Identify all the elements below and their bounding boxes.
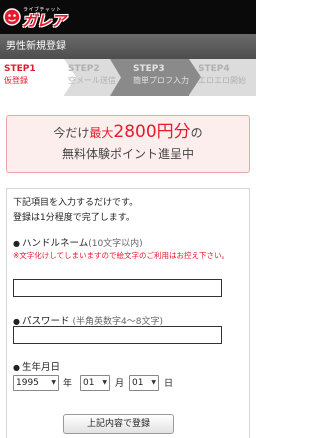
chevron-down-icon: ▼ <box>51 379 56 386</box>
birthdate-label: ● 生年月日 <box>13 359 60 373</box>
page-title-bar: 男性新規登録 <box>0 34 256 59</box>
logo-wordmark: ガレア <box>22 12 66 30</box>
step-4-number: STEP4 <box>198 64 230 74</box>
promo-prefix: 今だけ <box>53 126 90 140</box>
step-4-label: エロエロ開始 <box>198 76 246 85</box>
promo-amount: 2800円分 <box>113 122 191 142</box>
birth-day-unit: 日 <box>164 379 174 389</box>
step-1-label: 仮登録 <box>4 76 28 85</box>
registration-steps: STEP1 仮登録 STEP2 空メール送信 STEP3 簡単プロフ入力 STE… <box>0 59 256 96</box>
bullet-icon: ● <box>13 317 20 326</box>
site-header: ライブチャット ガレア <box>0 0 256 34</box>
step-1: STEP1 仮登録 <box>0 59 64 96</box>
promo-max: 最大 <box>89 126 114 140</box>
registration-form: 下記項目を入力するだけです。 登録は1分程度で完了します。 ● ハンドルネーム(1… <box>6 188 250 438</box>
birth-month-unit: 月 <box>115 379 125 389</box>
form-intro: 下記項目を入力するだけです。 登録は1分程度で完了します。 <box>13 196 138 226</box>
site-logo[interactable]: ライブチャット ガレア <box>3 3 93 31</box>
handle-label-text: ハンドルネーム <box>21 238 89 249</box>
chevron-down-icon: ▼ <box>102 379 107 386</box>
birth-year-value: 1995 <box>16 378 39 388</box>
free-points-banner: 今だけ最大2800円分の 無料体験ポイント進呈中 <box>6 115 250 173</box>
birth-year-unit: 年 <box>63 379 73 389</box>
handle-label: ● ハンドルネーム(10文字以内) <box>13 235 143 249</box>
logo-face-icon <box>3 8 21 26</box>
step-3-label: 簡単プロフ入力 <box>133 76 189 85</box>
step-3: STEP3 簡単プロフ入力 <box>121 59 189 96</box>
bullet-icon: ● <box>13 239 20 248</box>
handle-hint: (10文字以内) <box>88 239 143 249</box>
register-submit-button[interactable]: 上記内容で登録 <box>63 414 174 434</box>
password-label: ● パスワード (半角英数字4〜8文字) <box>13 313 163 327</box>
bullet-icon: ● <box>13 363 20 372</box>
birth-day-select[interactable]: 01 ▼ <box>129 375 159 391</box>
handle-input[interactable] <box>13 279 222 297</box>
step-1-number: STEP1 <box>4 64 36 74</box>
form-intro-line2: 登録は1分程度で完了します。 <box>13 213 135 223</box>
step-4: STEP4 エロエロ開始 <box>192 59 256 96</box>
birth-month-value: 01 <box>83 378 95 388</box>
birthdate-label-text: 生年月日 <box>21 362 60 373</box>
birth-month-select[interactable]: 01 ▼ <box>80 375 110 391</box>
password-input[interactable] <box>13 326 222 344</box>
step-arrow-2 <box>110 59 124 96</box>
birth-year-select[interactable]: 1995 ▼ <box>13 375 59 391</box>
step-3-number: STEP3 <box>133 64 165 74</box>
chevron-down-icon: ▼ <box>151 379 156 386</box>
page-title: 男性新規登録 <box>6 41 66 52</box>
handle-note: ※文字化けしてしまいますので絵文字のご利用はお控え下さい。 <box>13 251 230 260</box>
promo-line2: 無料体験ポイント進呈中 <box>61 147 194 161</box>
form-intro-line1: 下記項目を入力するだけです。 <box>13 198 139 208</box>
promo-suffix: の <box>190 126 203 140</box>
birth-day-value: 01 <box>132 378 144 388</box>
